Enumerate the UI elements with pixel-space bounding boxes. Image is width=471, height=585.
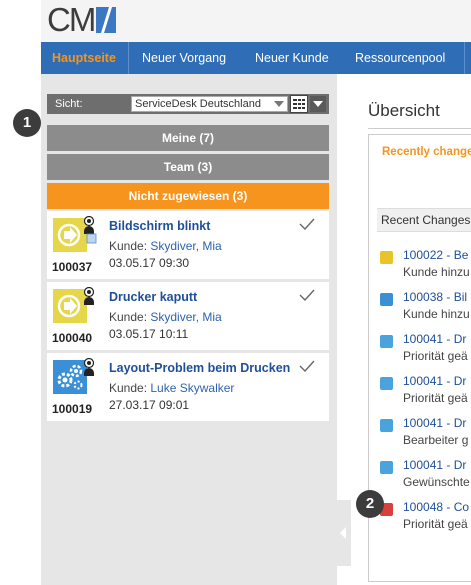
recent-changes-header: Recent Changes bbox=[377, 208, 471, 232]
title-divider bbox=[368, 128, 471, 129]
entry-link[interactable]: 100041 - Dr bbox=[403, 332, 466, 346]
arrow-circle-icon bbox=[380, 419, 393, 432]
entry-desc: Priorität geä bbox=[403, 349, 468, 363]
ticket-date: 03.05.17 10:11 bbox=[109, 327, 189, 341]
view-select[interactable]: ServiceDesk Deutschland bbox=[131, 96, 288, 112]
list-item[interactable]: 100022 - Be Kunde hinzu bbox=[380, 248, 471, 288]
main-nav: Hauptseite Neuer Vorgang Neuer Kunde Res… bbox=[41, 42, 471, 74]
view-label: Sicht: bbox=[55, 98, 83, 110]
person-icon bbox=[81, 357, 97, 386]
nav-ressourcenpool[interactable]: Ressourcenpool bbox=[355, 51, 445, 65]
nav-hauptseite[interactable]: Hauptseite bbox=[52, 51, 116, 65]
ticket-customer: Kunde: Skydiver, Mia bbox=[109, 239, 222, 253]
view-selector-row: Sicht: ServiceDesk Deutschland bbox=[47, 94, 329, 114]
check-icon[interactable] bbox=[299, 218, 315, 230]
customer-link[interactable]: Skydiver, Mia bbox=[150, 239, 221, 253]
arrow-circle-icon bbox=[380, 377, 393, 390]
nav-neuer-kunde[interactable]: Neuer Kunde bbox=[255, 51, 329, 65]
check-icon[interactable] bbox=[299, 289, 315, 301]
top-header: CM bbox=[41, 0, 471, 42]
chevron-down-icon bbox=[274, 101, 284, 107]
entry-desc: Kunde hinzu bbox=[403, 265, 470, 279]
logo[interactable]: CM bbox=[47, 3, 118, 37]
step-badge-1: 1 bbox=[13, 109, 41, 137]
ticket-sidebar: Sicht: ServiceDesk Deutschland Meine (7)… bbox=[41, 74, 337, 585]
customer-link[interactable]: Luke Skywalker bbox=[150, 381, 234, 395]
list-item[interactable]: 100048 - Co Priorität geä bbox=[380, 500, 471, 540]
ticket-title[interactable]: Layout-Problem beim Drucken bbox=[109, 361, 290, 375]
customer-label: Kunde: bbox=[109, 310, 151, 324]
entry-link[interactable]: 100048 - Co bbox=[403, 500, 469, 514]
list-item[interactable]: 100041 - Dr Priorität geä bbox=[380, 332, 471, 372]
entry-desc: Priorität geä bbox=[403, 517, 468, 531]
ticket-id: 100019 bbox=[52, 402, 93, 416]
nav-neuer-vorgang[interactable]: Neuer Vorgang bbox=[142, 51, 226, 65]
list-item[interactable]: 100038 - Bil Kunde hinzu bbox=[380, 290, 471, 330]
person-icon bbox=[81, 215, 97, 244]
ticket-title[interactable]: Bildschirm blinkt bbox=[109, 219, 210, 233]
recent-changes-widget: Recently change Recent Changes 100022 - … bbox=[368, 134, 471, 582]
group-team[interactable]: Team (3) bbox=[47, 154, 329, 180]
ticket-date: 27.03.17 09:01 bbox=[109, 398, 190, 412]
list-item[interactable]: 100041 - Dr Priorität geä bbox=[380, 374, 471, 414]
ticket-id: 100040 bbox=[52, 331, 93, 345]
logo-text: CM bbox=[47, 1, 96, 38]
ticket-card[interactable]: 100040 Drucker kaputt Kunde: Skydiver, M… bbox=[47, 282, 329, 350]
list-item[interactable]: 100041 - Dr Gewünschte bbox=[380, 458, 471, 498]
entry-link[interactable]: 100041 - Dr bbox=[403, 374, 466, 388]
ticket-customer: Kunde: Skydiver, Mia bbox=[109, 310, 222, 324]
entry-desc: Bearbeiter g bbox=[403, 433, 469, 447]
customer-link[interactable]: Skydiver, Mia bbox=[150, 310, 221, 324]
check-icon[interactable] bbox=[299, 360, 315, 372]
entry-link[interactable]: 100022 - Be bbox=[403, 248, 468, 262]
ticket-card[interactable]: 100019 Layout-Problem beim Drucken Kunde… bbox=[47, 353, 329, 421]
person-icon bbox=[81, 286, 97, 315]
group-nicht-zugewiesen[interactable]: Nicht zugewiesen (3) bbox=[47, 183, 329, 209]
widget-title: Recently change bbox=[382, 146, 471, 158]
customer-label: Kunde: bbox=[109, 239, 151, 253]
entry-desc: Gewünschte bbox=[403, 475, 470, 489]
ticket-card[interactable]: 100037 Bildschirm blinkt Kunde: Skydiver… bbox=[47, 211, 329, 279]
entry-link[interactable]: 100038 - Bil bbox=[403, 290, 467, 304]
collapse-sidebar-handle[interactable] bbox=[337, 500, 351, 566]
logo-slash-icon bbox=[96, 5, 118, 35]
list-view-icon[interactable] bbox=[290, 95, 308, 113]
nav-separator bbox=[464, 42, 465, 74]
ticket-customer: Kunde: Luke Skywalker bbox=[109, 381, 234, 395]
dropdown-button[interactable] bbox=[310, 96, 326, 112]
step-badge-2: 2 bbox=[356, 490, 384, 518]
ticket-title[interactable]: Drucker kaputt bbox=[109, 290, 197, 304]
customer-label: Kunde: bbox=[109, 381, 151, 395]
ticket-date: 03.05.17 09:30 bbox=[109, 256, 190, 270]
nav-separator bbox=[128, 42, 129, 74]
entry-link[interactable]: 100041 - Dr bbox=[403, 458, 466, 472]
arrow-circle-icon bbox=[380, 461, 393, 474]
entry-link[interactable]: 100041 - Dr bbox=[403, 416, 466, 430]
group-meine[interactable]: Meine (7) bbox=[47, 125, 329, 151]
person-status-icon bbox=[380, 251, 393, 264]
entry-desc: Kunde hinzu bbox=[403, 307, 470, 321]
gears-icon bbox=[380, 293, 393, 306]
entry-desc: Priorität geä bbox=[403, 391, 468, 405]
page-title: Übersicht bbox=[368, 101, 440, 120]
list-item[interactable]: 100041 - Dr Bearbeiter g bbox=[380, 416, 471, 456]
left-gutter bbox=[0, 0, 41, 585]
ticket-id: 100037 bbox=[52, 260, 93, 274]
view-select-value: ServiceDesk Deutschland bbox=[135, 98, 261, 110]
arrow-circle-icon bbox=[380, 335, 393, 348]
